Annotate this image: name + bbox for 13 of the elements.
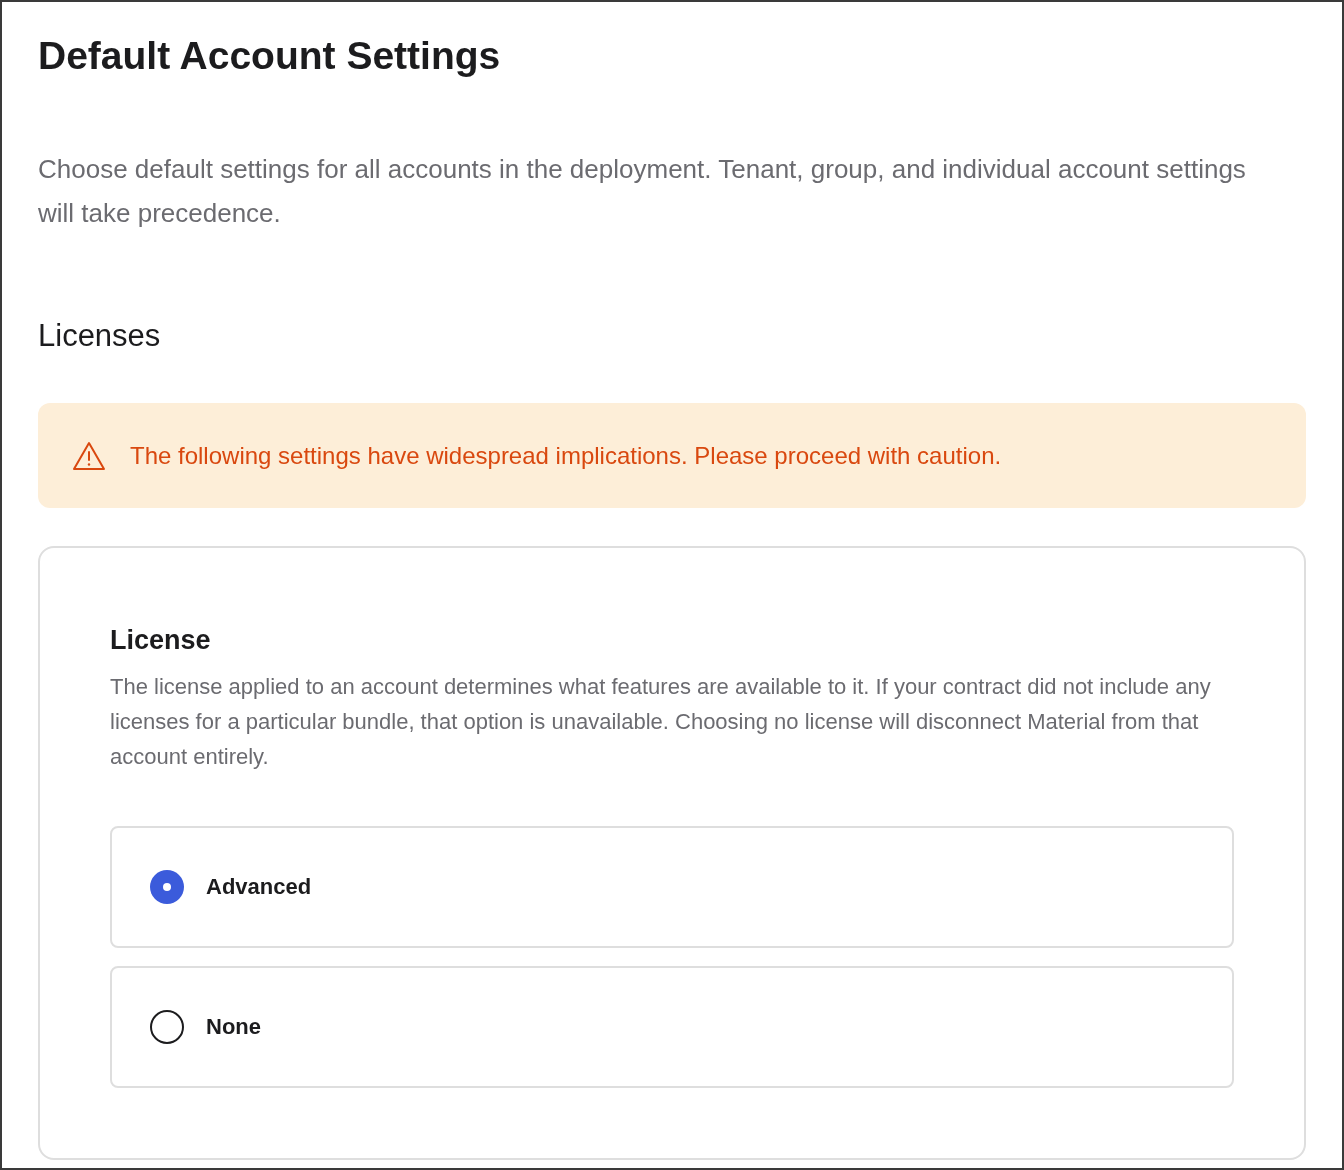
page-description: Choose default settings for all accounts in the deployment. Tenant, group, and individual account settings will take precedence. — [38, 152, 1247, 230]
radio-option[interactable]: None — [110, 965, 1234, 1088]
card-description: The license applied to an account determines what features are available to it. If your contract did not include any licenses for a particular bundle, that option is unavailable. Choosing no license will disconnect Material from that account entirely. — [110, 672, 1212, 771]
option-label: Advanced — [206, 873, 312, 902]
radio-button[interactable] — [150, 1009, 184, 1044]
radio-button[interactable] — [150, 869, 184, 904]
warning-icon — [72, 440, 106, 471]
page-title: Default Account Settings — [38, 33, 502, 79]
warning-text: The following settings have widespread implications. Please proceed with caution. — [130, 440, 1002, 471]
section-heading: Licenses — [38, 316, 162, 355]
radio-option[interactable]: Advanced — [110, 825, 1234, 948]
option-label: None — [206, 1013, 261, 1042]
card-heading: License — [110, 624, 212, 658]
